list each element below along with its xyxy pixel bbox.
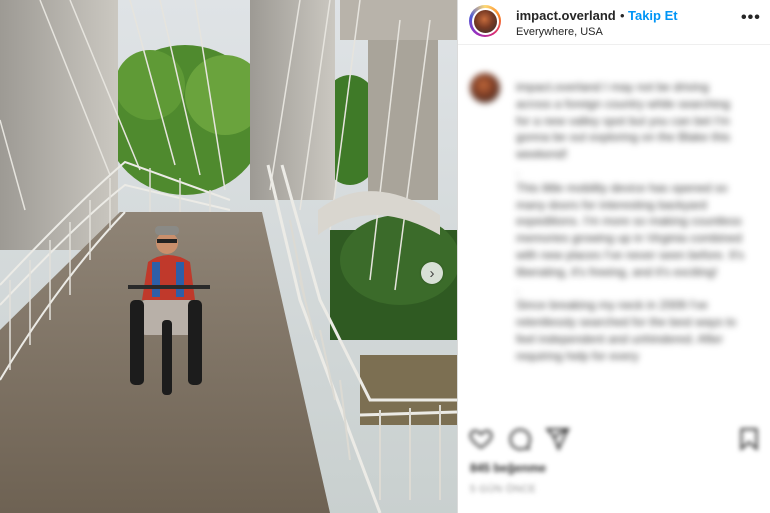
- post-side-panel: impact.overland • Takip Et Everywhere, U…: [458, 0, 770, 513]
- action-bar: [458, 420, 770, 460]
- caption-section: impact.overland I may not be driving acr…: [458, 45, 770, 415]
- post-header: impact.overland • Takip Et Everywhere, U…: [458, 0, 770, 45]
- comment-icon[interactable]: [506, 426, 532, 452]
- bookmark-icon[interactable]: [736, 426, 762, 452]
- location-link[interactable]: Everywhere, USA: [516, 26, 603, 38]
- profile-avatar[interactable]: [469, 5, 501, 37]
- username-link[interactable]: impact.overland: [516, 8, 616, 23]
- next-photo-button[interactable]: ›: [421, 262, 443, 284]
- separator-dot: •: [620, 8, 625, 23]
- post-photo[interactable]: ›: [0, 0, 457, 513]
- follow-button[interactable]: Takip Et: [628, 8, 678, 23]
- caption-text: impact.overland I may not be driving acr…: [516, 80, 745, 363]
- heart-icon[interactable]: [468, 426, 494, 452]
- post-timestamp: 5 GÜN ÖNCE: [470, 484, 537, 495]
- chevron-right-icon: ›: [429, 264, 435, 282]
- more-options-icon[interactable]: •••: [741, 9, 761, 27]
- caption-avatar[interactable]: [470, 73, 500, 103]
- likes-count[interactable]: 845 beğenme: [470, 461, 546, 475]
- share-icon[interactable]: [544, 426, 572, 452]
- bridge-photo: [0, 0, 457, 513]
